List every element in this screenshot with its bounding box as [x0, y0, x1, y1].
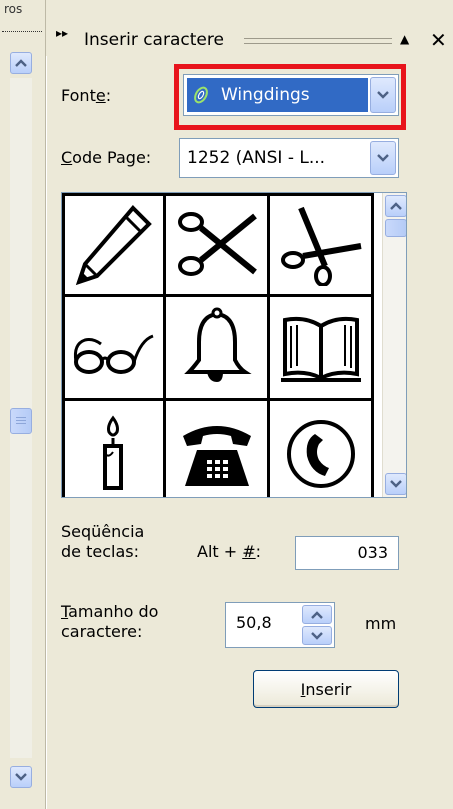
code-page-select[interactable]: 1252 (ANSI - L...	[179, 138, 399, 178]
grid-scroll-up-button[interactable]	[385, 195, 406, 217]
char-size-input[interactable]: 50,8	[225, 602, 335, 648]
spin-down-button[interactable]	[302, 626, 332, 645]
eyeglasses-icon	[73, 334, 154, 374]
code-page-value: 1252 (ANSI - L...	[187, 148, 326, 168]
code-page-label: Code Page:	[61, 148, 152, 167]
scissors-icon	[177, 211, 257, 276]
glyph-cell-scissors[interactable]	[166, 193, 270, 297]
chevron-down-icon	[311, 631, 323, 640]
close-icon[interactable]: ✕	[430, 28, 447, 52]
font-highlight-box	[174, 64, 406, 130]
left-scroll-up-button[interactable]	[10, 52, 32, 74]
chevron-down-icon	[377, 154, 389, 162]
glyph-cell-bell[interactable]	[166, 297, 270, 401]
bell-icon	[183, 307, 252, 382]
chevron-up-icon	[15, 59, 27, 67]
alt-prefix-label: Alt + #:	[197, 542, 262, 561]
key-sequence-label: Seqüência de teclas:	[61, 522, 145, 561]
left-scroll-down-button[interactable]	[10, 766, 32, 788]
char-size-spinner[interactable]	[302, 605, 332, 645]
docker-titlebar: ▸▸ Inserir caractere ▲ ✕	[46, 20, 453, 54]
telephone-icon	[182, 425, 251, 486]
key-sequence-input[interactable]: 033	[295, 536, 399, 570]
chevron-down-icon	[390, 480, 402, 488]
glyph-cell-pencil[interactable]	[62, 193, 166, 297]
chevron-up-icon	[390, 202, 402, 210]
scissors-cutting-icon	[280, 206, 362, 286]
glyph-cell-book[interactable]	[270, 297, 374, 401]
grid-scroll-thumb[interactable]	[385, 219, 406, 237]
docker-title: Inserir caractere	[84, 30, 224, 50]
collapse-up-icon[interactable]: ▲	[400, 32, 409, 46]
left-scroll-thumb[interactable]	[10, 408, 32, 434]
glyph-cell-eyeglasses[interactable]	[62, 297, 166, 401]
spin-up-button[interactable]	[302, 605, 332, 624]
insert-button[interactable]: Inserir	[253, 670, 399, 708]
book-icon	[280, 316, 361, 382]
candle-icon	[102, 414, 123, 490]
char-size-label: Tamanho do caractere:	[61, 602, 159, 641]
chevron-up-icon	[311, 610, 323, 619]
glyph-cell-scissors-cutting[interactable]	[270, 193, 374, 297]
title-grip-line[interactable]	[244, 38, 392, 44]
font-label: Fonte:	[61, 86, 112, 105]
character-grid[interactable]	[61, 192, 407, 498]
grid-scroll-down-button[interactable]	[385, 473, 406, 495]
glyph-cell-telephone-circle[interactable]	[270, 401, 374, 497]
glyph-cell-telephone[interactable]	[166, 401, 270, 497]
code-page-dropdown-button[interactable]	[370, 141, 396, 175]
pencil-icon	[75, 204, 152, 285]
character-grid-cells	[62, 193, 374, 497]
expand-arrows-icon[interactable]: ▸▸	[56, 26, 68, 40]
char-size-unit: mm	[365, 614, 397, 633]
docker-panel: Fonte: Wingdings Code Page: 1252 (ANSI -…	[46, 56, 453, 809]
telephone-circle-icon	[286, 419, 355, 488]
chevron-down-icon	[15, 773, 27, 781]
glyph-cell-candle[interactable]	[62, 401, 166, 497]
collapsed-docker-tab[interactable]: ros	[2, 2, 42, 32]
insert-character-docker: ▸▸ Inserir caractere ▲ ✕ Fonte: Wingding…	[46, 0, 453, 809]
left-docker-strip: ros	[0, 0, 46, 809]
grid-scrollbar[interactable]	[382, 193, 406, 497]
